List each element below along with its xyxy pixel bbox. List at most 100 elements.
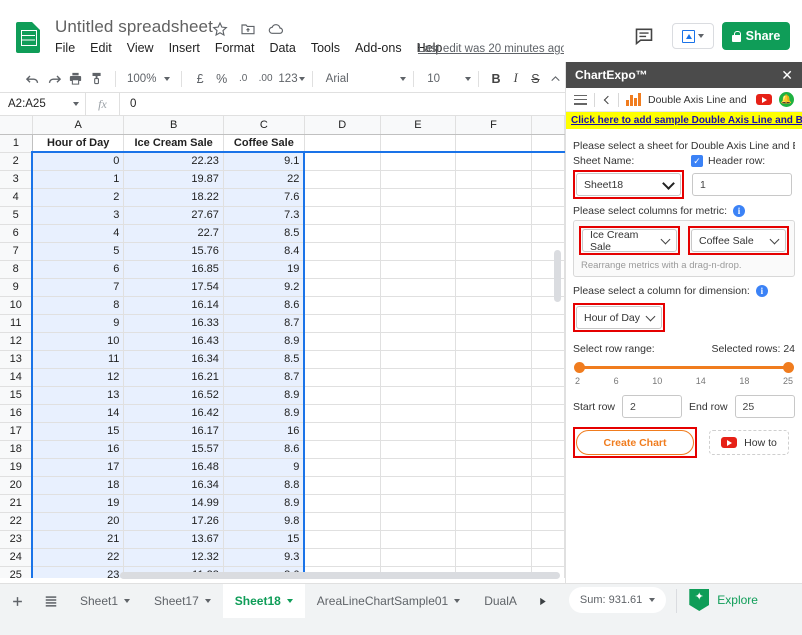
column-header-a[interactable]: A bbox=[32, 116, 125, 135]
cell-b12[interactable]: 16.43 bbox=[123, 332, 224, 351]
cell-f22[interactable] bbox=[455, 512, 532, 531]
cell-d19[interactable] bbox=[304, 458, 381, 477]
cell-c23[interactable]: 15 bbox=[223, 530, 306, 549]
chevron-down-icon[interactable] bbox=[454, 599, 461, 603]
cell-e8[interactable] bbox=[380, 260, 457, 279]
row-header[interactable]: 16 bbox=[0, 404, 33, 423]
column-header-b[interactable]: B bbox=[123, 116, 224, 135]
cell-b24[interactable]: 12.32 bbox=[123, 548, 224, 567]
column-header-d[interactable]: D bbox=[304, 116, 381, 135]
cell-f1[interactable] bbox=[455, 134, 532, 153]
cell-a15[interactable]: 13 bbox=[31, 386, 125, 405]
cell-f8[interactable] bbox=[455, 260, 532, 279]
cell-a20[interactable]: 18 bbox=[31, 476, 125, 495]
cell-e4[interactable] bbox=[380, 188, 457, 207]
cell-b4[interactable]: 18.22 bbox=[123, 188, 224, 207]
column-header-g[interactable] bbox=[531, 116, 565, 135]
cell-g5[interactable] bbox=[531, 206, 565, 225]
row-header[interactable]: 4 bbox=[0, 188, 33, 207]
cell-a8[interactable]: 6 bbox=[31, 260, 125, 279]
cell-e5[interactable] bbox=[380, 206, 457, 225]
cell-e18[interactable] bbox=[380, 440, 457, 459]
cell-f9[interactable] bbox=[455, 278, 532, 297]
cell-d11[interactable] bbox=[304, 314, 381, 333]
comment-icon[interactable] bbox=[633, 26, 655, 46]
cell-f7[interactable] bbox=[455, 242, 532, 261]
info-icon[interactable]: i bbox=[733, 205, 746, 217]
cell-f18[interactable] bbox=[455, 440, 532, 459]
row-header[interactable]: 17 bbox=[0, 422, 33, 441]
cell-e14[interactable] bbox=[380, 368, 457, 387]
formula-input[interactable]: 0 bbox=[120, 98, 136, 110]
cell-e6[interactable] bbox=[380, 224, 457, 243]
cell-b19[interactable]: 16.48 bbox=[123, 458, 224, 477]
cell-a14[interactable]: 12 bbox=[31, 368, 125, 387]
row-header[interactable]: 7 bbox=[0, 242, 33, 261]
cell-a5[interactable]: 3 bbox=[31, 206, 125, 225]
cell-e16[interactable] bbox=[380, 404, 457, 423]
row-header[interactable]: 10 bbox=[0, 296, 33, 315]
cell-d22[interactable] bbox=[304, 512, 381, 531]
zoom-control[interactable]: 100% bbox=[123, 73, 174, 85]
horizontal-scrollbar[interactable] bbox=[34, 571, 560, 580]
cell-b22[interactable]: 17.26 bbox=[123, 512, 224, 531]
cell-c5[interactable]: 7.3 bbox=[223, 206, 306, 225]
row-header[interactable]: 14 bbox=[0, 368, 33, 387]
sheet-tab-sheet18[interactable]: Sheet18 bbox=[222, 584, 305, 618]
cell-d7[interactable] bbox=[304, 242, 381, 261]
cell-e11[interactable] bbox=[380, 314, 457, 333]
menu-insert[interactable]: Insert bbox=[169, 41, 200, 55]
cell-f12[interactable] bbox=[455, 332, 532, 351]
decrease-decimal-button[interactable]: .0 bbox=[232, 67, 254, 91]
cell-d2[interactable] bbox=[304, 151, 381, 171]
chevron-down-icon[interactable] bbox=[124, 599, 131, 603]
font-size-select[interactable]: 10 bbox=[421, 73, 472, 85]
cell-c19[interactable]: 9 bbox=[223, 458, 306, 477]
cell-a9[interactable]: 7 bbox=[31, 278, 125, 297]
cell-a4[interactable]: 2 bbox=[31, 188, 125, 207]
row-header[interactable]: 19 bbox=[0, 458, 33, 477]
cell-a17[interactable]: 15 bbox=[31, 422, 125, 441]
document-title[interactable]: Untitled spreadsheet bbox=[55, 17, 213, 37]
cell-d10[interactable] bbox=[304, 296, 381, 315]
row-header[interactable]: 24 bbox=[0, 548, 33, 567]
cell-b14[interactable]: 16.21 bbox=[123, 368, 224, 387]
cell-c3[interactable]: 22 bbox=[223, 170, 306, 189]
cell-g2[interactable] bbox=[531, 151, 565, 171]
cell-f16[interactable] bbox=[455, 404, 532, 423]
cell-f2[interactable] bbox=[455, 151, 532, 171]
chevron-down-icon[interactable] bbox=[204, 599, 211, 603]
cell-d20[interactable] bbox=[304, 476, 381, 495]
cell-b20[interactable]: 16.34 bbox=[123, 476, 224, 495]
cell-a10[interactable]: 8 bbox=[31, 296, 125, 315]
cell-g3[interactable] bbox=[531, 170, 565, 189]
column-header-c[interactable]: C bbox=[223, 116, 305, 135]
cell-a7[interactable]: 5 bbox=[31, 242, 125, 261]
move-to-folder-icon[interactable] bbox=[240, 21, 256, 37]
row-header[interactable]: 8 bbox=[0, 260, 33, 279]
cell-b6[interactable]: 22.7 bbox=[123, 224, 224, 243]
cell-a13[interactable]: 11 bbox=[31, 350, 125, 369]
cell-f17[interactable] bbox=[455, 422, 532, 441]
cell-e20[interactable] bbox=[380, 476, 457, 495]
sheet-tab-sheet1[interactable]: Sheet1 bbox=[68, 584, 142, 618]
slider-knob-end[interactable] bbox=[783, 362, 794, 373]
cell-d16[interactable] bbox=[304, 404, 381, 423]
cell-c6[interactable]: 8.5 bbox=[223, 224, 306, 243]
menu-tools[interactable]: Tools bbox=[311, 41, 340, 55]
cell-c2[interactable]: 9.1 bbox=[223, 151, 306, 171]
cell-b21[interactable]: 14.99 bbox=[123, 494, 224, 513]
row-header[interactable]: 12 bbox=[0, 332, 33, 351]
cell-d12[interactable] bbox=[304, 332, 381, 351]
cell-b15[interactable]: 16.52 bbox=[123, 386, 224, 405]
cell-c16[interactable]: 8.9 bbox=[223, 404, 306, 423]
spreadsheet-grid[interactable]: A B C D E F 1 Hour of Day Ice Cream Sale… bbox=[0, 116, 565, 578]
cell-c24[interactable]: 9.3 bbox=[223, 548, 306, 567]
cell-f4[interactable] bbox=[455, 188, 532, 207]
cell-b9[interactable]: 17.54 bbox=[123, 278, 224, 297]
cell-b11[interactable]: 16.33 bbox=[123, 314, 224, 333]
bold-button[interactable]: B bbox=[486, 67, 506, 91]
cell-c15[interactable]: 8.9 bbox=[223, 386, 306, 405]
cell-c18[interactable]: 8.6 bbox=[223, 440, 306, 459]
cell-d9[interactable] bbox=[304, 278, 381, 297]
